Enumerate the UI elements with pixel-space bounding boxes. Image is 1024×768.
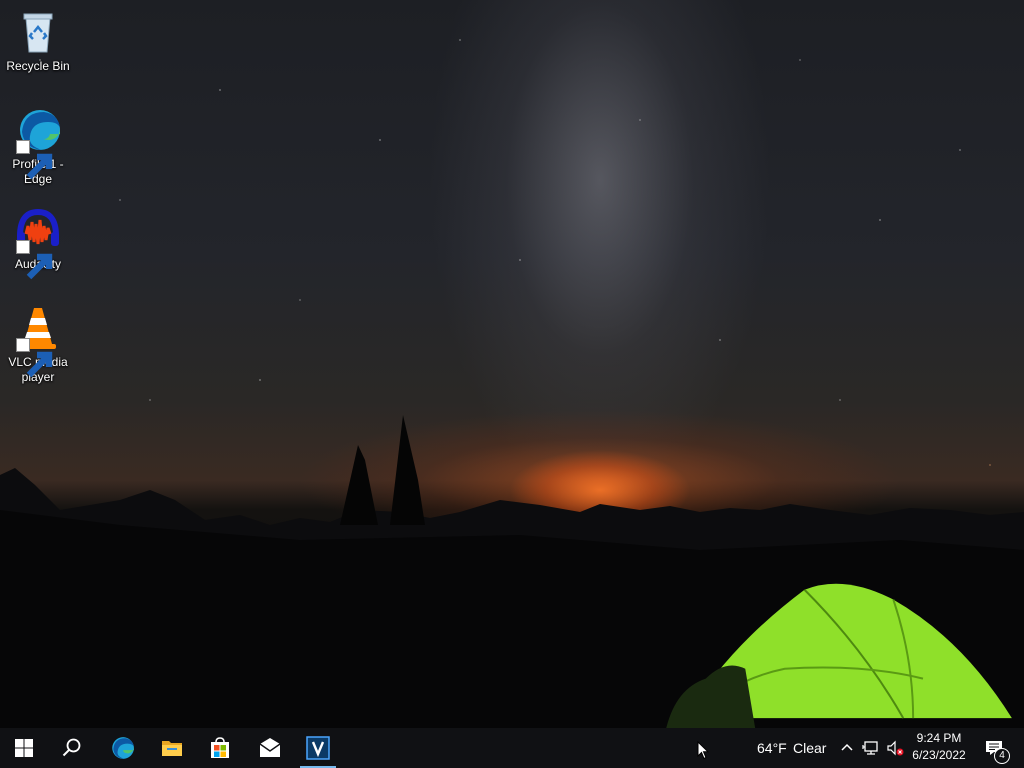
clock-time: 9:24 PM — [916, 731, 962, 745]
taskbar-v-app-button[interactable] — [294, 728, 342, 768]
store-icon — [211, 737, 229, 758]
taskbar-store-button[interactable] — [196, 728, 244, 768]
show-hidden-icons-button[interactable] — [837, 738, 857, 758]
mouse-cursor — [697, 741, 709, 760]
chevron-up-icon — [841, 743, 853, 751]
search-button[interactable] — [48, 728, 96, 768]
action-center-button[interactable]: 4 — [982, 738, 1010, 764]
search-icon — [62, 738, 81, 757]
weather-temp[interactable]: 64°F — [757, 728, 787, 768]
windows-start-icon — [15, 739, 33, 757]
folder-icon — [162, 741, 182, 756]
taskbar: 64°F Clear 9:24 PM 6/23/2022 4 — [0, 728, 1024, 768]
start-button[interactable] — [0, 728, 48, 768]
v-app-icon — [306, 736, 330, 760]
shortcut-arrow-icon — [16, 240, 53, 280]
tent — [666, 583, 1012, 728]
clock[interactable]: 9:24 PM 6/23/2022 — [902, 730, 976, 764]
taskbar-mail-button[interactable] — [246, 728, 294, 768]
notification-count-badge: 4 — [994, 748, 1010, 764]
edge-icon — [112, 737, 134, 759]
recycle-bin-icon — [23, 13, 53, 53]
weather-condition[interactable]: Clear — [793, 728, 826, 768]
desktop-icon-audacity[interactable]: Audacity — [0, 206, 76, 280]
desktop-background — [0, 0, 1024, 728]
desktop-icon-recycle-bin[interactable]: Recycle Bin — [0, 8, 76, 74]
shortcut-arrow-icon — [16, 338, 53, 378]
network-icon — [862, 741, 878, 755]
network-button[interactable] — [861, 738, 881, 758]
shortcut-arrow-icon — [16, 140, 53, 180]
clock-date: 6/23/2022 — [912, 748, 966, 762]
taskbar-edge-button[interactable] — [98, 728, 146, 768]
mail-icon — [259, 738, 281, 757]
taskbar-file-explorer-button[interactable] — [148, 728, 196, 768]
desktop-icon-edge[interactable]: Profile 1 - Edge — [0, 106, 76, 187]
desktop-icon-label: Recycle Bin — [6, 59, 70, 73]
desktop-icon-vlc[interactable]: VLC media player — [0, 304, 76, 385]
